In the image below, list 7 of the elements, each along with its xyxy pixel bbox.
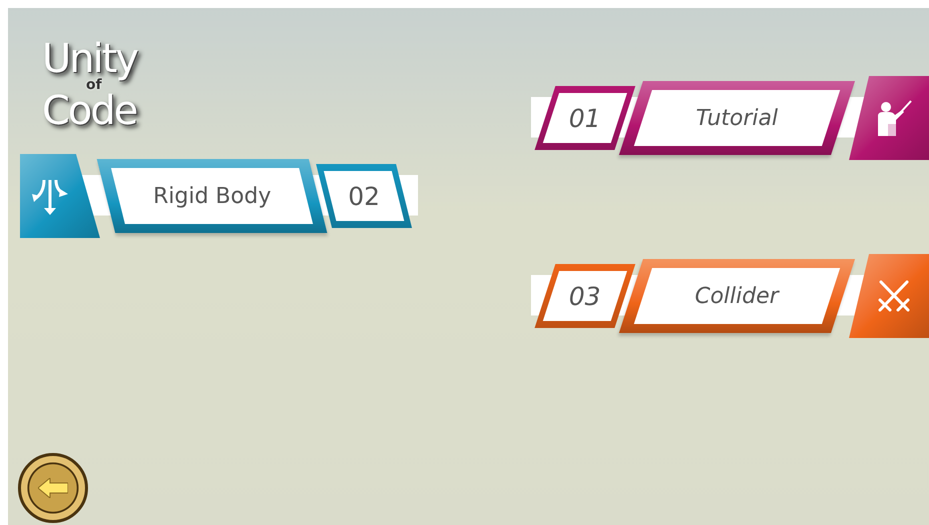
menu-button[interactable]: 01 Tutorial: [531, 74, 929, 162]
menu-button[interactable]: 03 Collider: [531, 252, 929, 340]
left-arrow-icon: [38, 478, 68, 498]
logo-word: Unity: [42, 40, 138, 78]
logo-word: Code: [42, 92, 138, 130]
menu-button[interactable]: Rigid Body 02: [20, 152, 418, 240]
logo-word: of: [86, 78, 102, 92]
